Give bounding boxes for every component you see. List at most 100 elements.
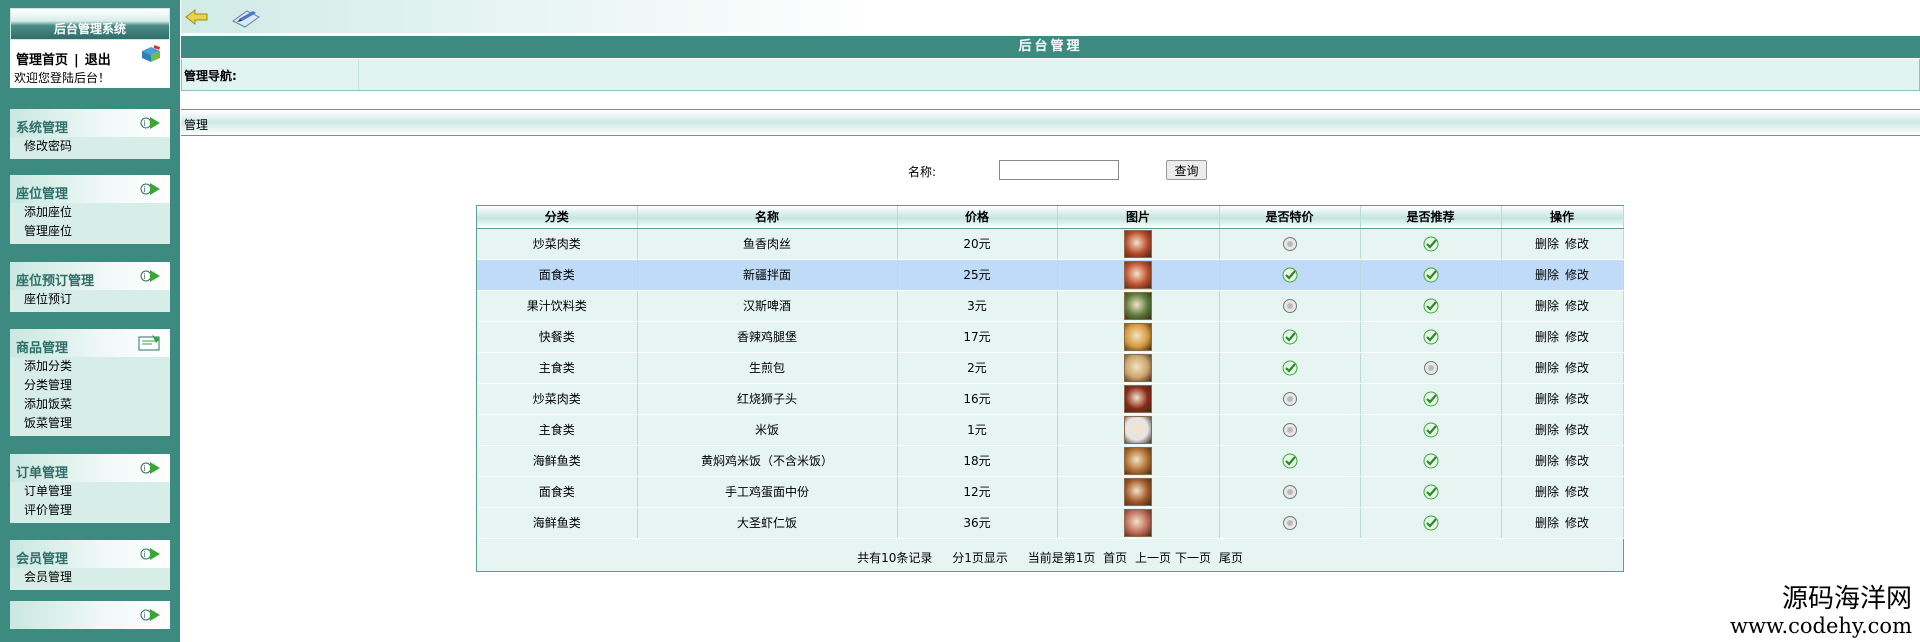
sidebar-item[interactable]: 修改密码 — [10, 137, 170, 156]
sidebar-menu-title[interactable]: 订单管理 i — [10, 454, 170, 482]
cell-name: 红烧狮子头 — [637, 383, 898, 415]
sidebar-item[interactable]: 饭菜管理 — [10, 414, 170, 433]
sidebar-menu-4: 订单管理 i 订单管理评价管理 — [10, 454, 170, 523]
edit-link[interactable]: 修改 — [1565, 330, 1589, 344]
sidebar-item-label: 添加饭菜 — [24, 397, 73, 411]
sidebar-item[interactable]: 添加分类 — [10, 357, 170, 376]
welcome-text: 欢迎您登陆后台！ — [14, 71, 111, 85]
cell-price: 25元 — [897, 259, 1058, 291]
check-icon — [1282, 329, 1298, 344]
sidebar-item[interactable]: 评价管理 — [10, 501, 170, 520]
food-thumbnail[interactable] — [1124, 384, 1152, 413]
sidebar-menu-title[interactable]: 系统管理 i — [10, 109, 170, 137]
sidebar-item[interactable]: 管理座位 — [10, 222, 170, 241]
food-thumbnail[interactable] — [1124, 229, 1152, 258]
food-thumbnail[interactable] — [1124, 446, 1152, 475]
food-thumbnail[interactable] — [1124, 477, 1152, 506]
section-bar: 管理 — [181, 109, 1920, 136]
delete-link[interactable]: 删除 — [1535, 454, 1559, 468]
edit-link[interactable]: 修改 — [1565, 423, 1589, 437]
cell-image — [1057, 383, 1220, 415]
cell-category: 面食类 — [477, 476, 638, 508]
sidebar-item-label: 座位预订 — [24, 292, 73, 306]
pager-last[interactable]: 尾页 — [1219, 551, 1243, 565]
delete-link[interactable]: 删除 — [1535, 361, 1559, 375]
cell-special — [1219, 414, 1361, 446]
search-label: 名称: — [908, 165, 937, 179]
table-row: 面食类 手工鸡蛋面中份 12元 删除 修改 — [477, 476, 1624, 508]
edit-link[interactable]: 修改 — [1565, 392, 1589, 406]
cell-special — [1219, 445, 1361, 477]
logout-link[interactable]: 退出 — [85, 53, 111, 68]
sidebar-menu-title-label: 系统管理 — [16, 121, 69, 136]
food-thumbnail[interactable] — [1124, 508, 1152, 537]
unchecked-icon — [1282, 422, 1298, 437]
sidebar-item[interactable]: 会员管理 — [10, 568, 170, 587]
cell-actions: 删除 修改 — [1501, 228, 1624, 260]
info-arrow-icon: i — [140, 267, 162, 288]
cell-recommend — [1360, 383, 1502, 415]
sidebar-menu-title[interactable]: 座位预订管理 i — [10, 262, 170, 290]
sidebar-menu-title[interactable]: i — [10, 601, 170, 629]
edit-link[interactable]: 修改 — [1565, 268, 1589, 282]
cell-category: 果汁饮料类 — [477, 290, 638, 322]
info-arrow-icon: i — [140, 180, 162, 201]
cell-special — [1219, 290, 1361, 322]
delete-link[interactable]: 删除 — [1535, 299, 1559, 313]
delete-link[interactable]: 删除 — [1535, 392, 1559, 406]
sidebar-menu-title[interactable]: 会员管理 i — [10, 540, 170, 568]
food-thumbnail[interactable] — [1124, 322, 1152, 351]
cell-actions: 删除 修改 — [1501, 321, 1624, 353]
cell-actions: 删除 修改 — [1501, 445, 1624, 477]
edit-pencil-icon[interactable] — [231, 7, 261, 32]
pager-prev[interactable]: 上一页 — [1135, 551, 1171, 565]
sidebar-item[interactable]: 分类管理 — [10, 376, 170, 395]
check-icon — [1282, 453, 1298, 468]
check-icon — [1423, 391, 1439, 406]
pager-first[interactable]: 首页 — [1103, 551, 1127, 565]
food-thumbnail[interactable] — [1124, 260, 1152, 289]
delete-link[interactable]: 删除 — [1535, 237, 1559, 251]
top-toolbar — [181, 0, 1920, 33]
edit-link[interactable]: 修改 — [1565, 237, 1589, 251]
sidebar-menu-3: 商品管理 添加分类 分类管理添加饭菜饭菜管理 — [10, 329, 170, 436]
edit-link[interactable]: 修改 — [1565, 361, 1589, 375]
folder-icon — [138, 334, 162, 355]
edit-link[interactable]: 修改 — [1565, 299, 1589, 313]
back-arrow-icon[interactable] — [185, 8, 209, 29]
sidebar-item[interactable]: 订单管理 — [10, 482, 170, 501]
unchecked-icon — [1282, 515, 1298, 530]
delete-link[interactable]: 删除 — [1535, 423, 1559, 437]
sidebar-item[interactable]: 添加饭菜 — [10, 395, 170, 414]
food-thumbnail[interactable] — [1124, 415, 1152, 444]
delete-link[interactable]: 删除 — [1535, 330, 1559, 344]
search-row: 名称: 查询 — [0, 159, 1920, 183]
edit-link[interactable]: 修改 — [1565, 485, 1589, 499]
app-title: 后台管理系统 — [53, 22, 126, 36]
table-row: 海鲜鱼类 黄焖鸡米饭（不含米饭） 18元 删除 修改 — [477, 445, 1624, 477]
sidebar-menu-title[interactable]: 商品管理 — [10, 329, 170, 357]
sidebar-item-label: 评价管理 — [24, 503, 73, 517]
cell-actions: 删除 修改 — [1501, 259, 1624, 291]
cell-price: 18元 — [897, 445, 1058, 477]
food-thumbnail[interactable] — [1124, 353, 1152, 382]
sidebar-menu-5: 会员管理 i 会员管理 — [10, 540, 170, 590]
sidebar-item[interactable]: 座位预订 — [10, 290, 170, 309]
svg-text:i: i — [144, 272, 146, 281]
food-thumbnail[interactable] — [1124, 291, 1152, 320]
login-box: 管理首页 | 退出 欢迎您登陆后台！ — [10, 40, 170, 88]
delete-link[interactable]: 删除 — [1535, 268, 1559, 282]
delete-link[interactable]: 删除 — [1535, 516, 1559, 530]
cell-category: 主食类 — [477, 414, 638, 446]
query-button[interactable]: 查询 — [1166, 160, 1207, 180]
search-input[interactable] — [999, 160, 1119, 180]
cell-actions: 删除 修改 — [1501, 414, 1624, 446]
sidebar-item[interactable]: 添加座位 — [10, 203, 170, 222]
edit-link[interactable]: 修改 — [1565, 516, 1589, 530]
delete-link[interactable]: 删除 — [1535, 485, 1559, 499]
cell-recommend — [1360, 507, 1502, 539]
edit-link[interactable]: 修改 — [1565, 454, 1589, 468]
cell-name: 大圣虾仁饭 — [637, 507, 898, 539]
home-link[interactable]: 管理首页 — [16, 53, 68, 68]
pager-next[interactable]: 下一页 — [1175, 551, 1211, 565]
